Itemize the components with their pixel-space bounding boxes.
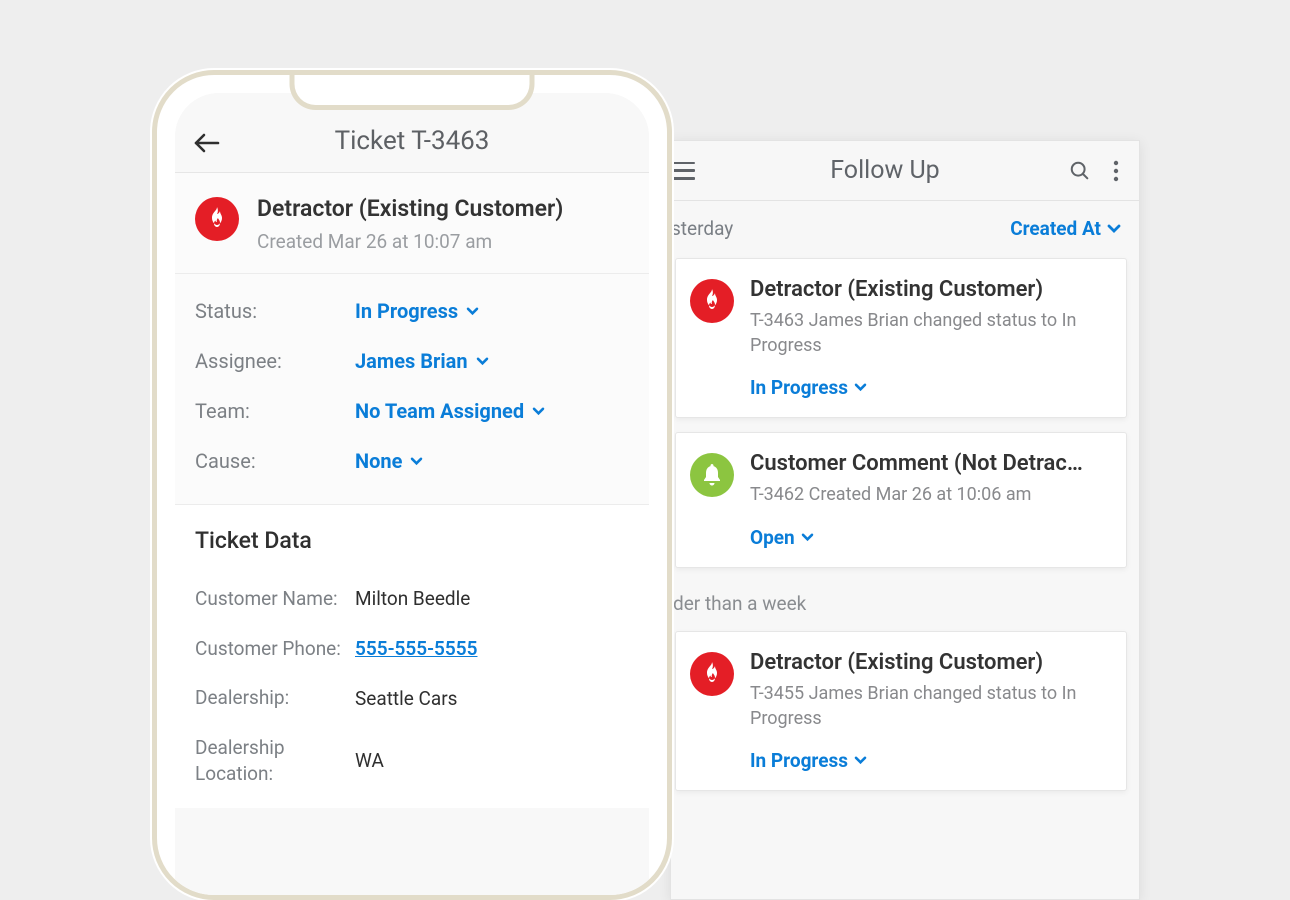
section-older: der than a week	[671, 582, 1139, 623]
chevron-down-icon	[801, 533, 814, 542]
assignee-dropdown[interactable]: James Brian	[355, 349, 489, 373]
chevron-down-icon	[410, 457, 423, 466]
cause-value: None	[355, 449, 402, 473]
ticket-data-section: Ticket Data Customer Name: Milton Beedle…	[175, 505, 649, 808]
ticket-card[interactable]: Detractor (Existing Customer) T-3455 Jam…	[675, 631, 1127, 791]
cause-dropdown[interactable]: None	[355, 449, 423, 473]
status-label: In Progress	[750, 749, 848, 772]
followup-header: Follow Up	[671, 141, 1139, 201]
menu-icon[interactable]	[673, 162, 695, 180]
card-title: Detractor (Existing Customer)	[750, 277, 1108, 302]
status-dropdown[interactable]: In Progress	[750, 376, 1108, 399]
dealership-location-value: WA	[355, 749, 384, 772]
followup-screen: Follow Up sterday Created At	[670, 140, 1140, 900]
chevron-down-icon	[1107, 224, 1121, 234]
intro-title: Detractor (Existing Customer)	[257, 195, 563, 222]
section-yesterday: sterday	[671, 217, 733, 240]
sort-row: sterday Created At	[671, 201, 1139, 250]
assignee-label: Assignee:	[195, 349, 355, 373]
status-label: Status:	[195, 299, 355, 323]
ticket-card[interactable]: Detractor (Existing Customer) T-3463 Jam…	[675, 258, 1127, 418]
status-label: Open	[750, 526, 795, 549]
ticket-card[interactable]: Customer Comment (Not Detrac… T-3462 Cre…	[675, 432, 1127, 567]
intro-created: Created Mar 26 at 10:07 am	[257, 230, 563, 253]
prop-cause: Cause: None	[195, 436, 629, 486]
customer-phone-link[interactable]: 555-555-5555	[355, 637, 477, 660]
card-title: Customer Comment (Not Detrac…	[750, 451, 1108, 476]
assignee-value: James Brian	[355, 349, 468, 373]
ticket-detail-screen: Ticket T-3463 Detractor (Existing Custom…	[152, 70, 672, 900]
fire-icon	[690, 279, 734, 323]
status-dropdown[interactable]: Open	[750, 526, 1108, 549]
chevron-down-icon	[854, 383, 867, 392]
chevron-down-icon	[476, 357, 489, 366]
customer-phone-label: Customer Phone:	[195, 636, 355, 662]
card-title: Detractor (Existing Customer)	[750, 650, 1108, 675]
row-dealership-location: Dealership Location: WA	[195, 723, 629, 798]
search-icon[interactable]	[1069, 160, 1091, 182]
prop-assignee: Assignee: James Brian	[195, 336, 629, 386]
status-label: In Progress	[750, 376, 848, 399]
more-icon[interactable]	[1113, 160, 1119, 182]
sort-dropdown[interactable]: Created At	[1010, 217, 1121, 240]
status-dropdown[interactable]: In Progress	[355, 299, 479, 323]
fire-icon	[690, 652, 734, 696]
customer-name-value: Milton Beedle	[355, 587, 470, 610]
fire-icon	[195, 197, 239, 241]
followup-title: Follow Up	[701, 156, 1069, 185]
cause-label: Cause:	[195, 449, 355, 473]
prop-team: Team: No Team Assigned	[195, 386, 629, 436]
back-button[interactable]	[193, 132, 221, 154]
prop-status: Status: In Progress	[195, 286, 629, 336]
ticket-data-heading: Ticket Data	[195, 527, 629, 554]
chevron-down-icon	[854, 756, 867, 765]
row-customer-phone: Customer Phone: 555-555-5555	[195, 624, 629, 674]
chevron-down-icon	[532, 407, 545, 416]
row-customer-name: Customer Name: Milton Beedle	[195, 574, 629, 624]
ticket-title: Ticket T-3463	[335, 126, 490, 156]
card-subtitle: T-3455 James Brian changed status to In …	[750, 681, 1108, 731]
phone-notch	[290, 75, 535, 110]
dealership-location-label: Dealership Location:	[195, 735, 355, 786]
ticket-intro: Detractor (Existing Customer) Created Ma…	[175, 173, 649, 274]
row-dealership: Dealership: Seattle Cars	[195, 673, 629, 723]
card-subtitle: T-3463 James Brian changed status to In …	[750, 308, 1108, 358]
chevron-down-icon	[466, 307, 479, 316]
status-value: In Progress	[355, 299, 458, 323]
status-dropdown[interactable]: In Progress	[750, 749, 1108, 772]
customer-name-label: Customer Name:	[195, 586, 355, 612]
team-label: Team:	[195, 399, 355, 423]
bell-icon	[690, 453, 734, 497]
dealership-label: Dealership:	[195, 685, 355, 711]
ticket-properties: Status: In Progress Assignee: James Bria…	[175, 274, 649, 505]
team-value: No Team Assigned	[355, 399, 524, 423]
dealership-value: Seattle Cars	[355, 687, 457, 710]
sort-label: Created At	[1010, 217, 1101, 240]
team-dropdown[interactable]: No Team Assigned	[355, 399, 545, 423]
card-subtitle: T-3462 Created Mar 26 at 10:06 am	[750, 482, 1108, 507]
